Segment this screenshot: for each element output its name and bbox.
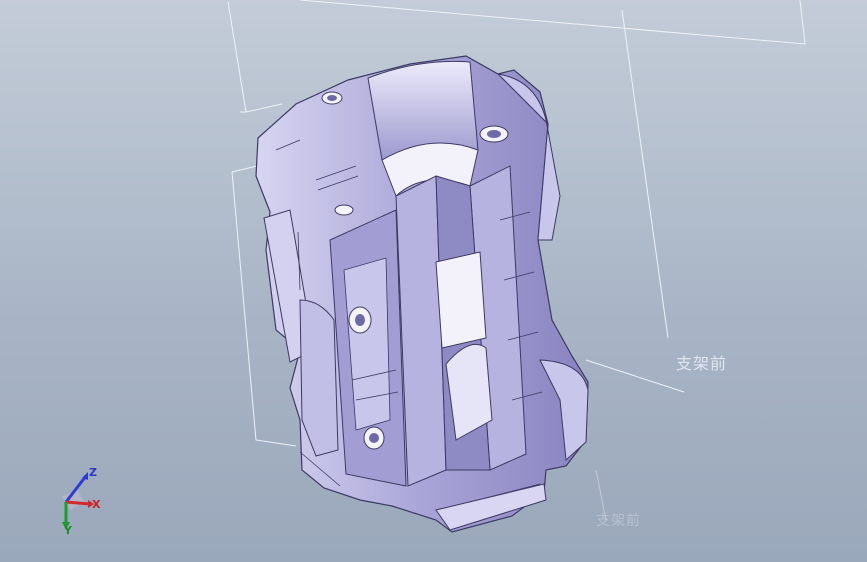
x-axis-arrow — [65, 500, 91, 506]
z-axis-label: Z — [89, 466, 97, 479]
coordinate-triad — [62, 472, 94, 530]
graphics-viewport[interactable]: 支架前 支架前 Z X Y — [0, 0, 867, 562]
cad-part-model[interactable] — [0, 0, 867, 562]
x-axis-label: X — [92, 498, 101, 511]
plane-label-faded: 支架前 — [596, 513, 641, 529]
plane-label-front: 支架前 — [676, 354, 728, 373]
y-axis-label: Y — [64, 524, 72, 537]
